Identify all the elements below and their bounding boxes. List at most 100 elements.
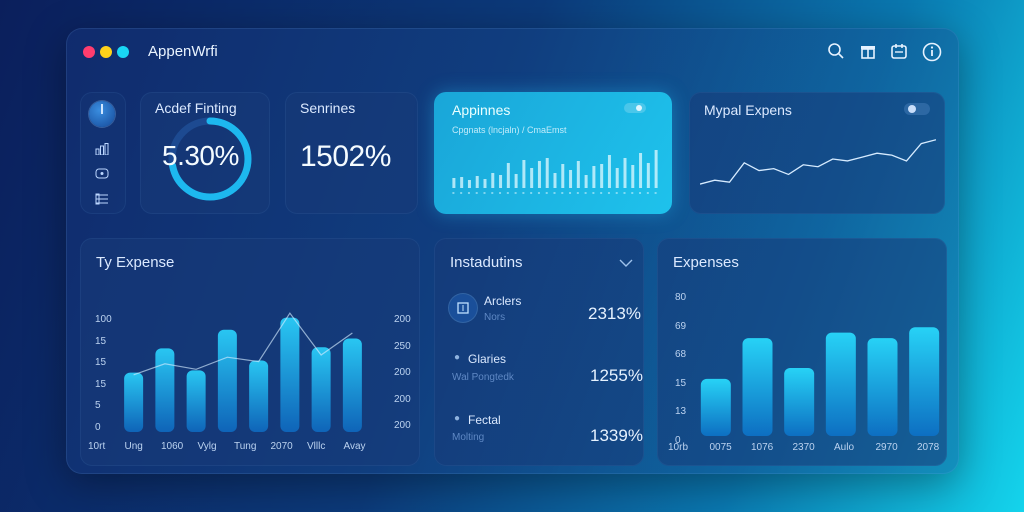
expense-left-bar [280, 317, 300, 432]
appinnes-tick [584, 192, 587, 194]
window-minimize-dot[interactable] [100, 46, 112, 58]
window-maximize-dot[interactable] [117, 46, 129, 58]
appinnes-tick [514, 192, 517, 194]
y-axis-label: 0 [95, 421, 101, 433]
appinnes-bar [561, 164, 565, 188]
x-axis-label: Avay [343, 441, 366, 452]
appinnes-bar [467, 180, 471, 188]
appinnes-tick [522, 192, 525, 194]
gift-icon[interactable] [858, 42, 878, 62]
appinnes-toggle[interactable] [624, 103, 646, 113]
row-2-label: Glaries [468, 352, 507, 366]
y2-axis-label: 200 [394, 367, 411, 378]
appinnes-bar [530, 168, 534, 188]
y-axis-label: 13 [675, 406, 687, 417]
appinnes-title: Appinnes [452, 102, 511, 118]
appinnes-tick [553, 192, 556, 194]
x-axis-label: 1060 [161, 441, 184, 452]
x-axis-label: Ung [124, 441, 143, 452]
appinnes-bar [506, 163, 510, 188]
row-2-value: 1255% [590, 366, 643, 385]
window-close-dot[interactable] [83, 46, 95, 58]
appinnes-bar [545, 158, 549, 188]
mypal-toggle[interactable] [904, 103, 930, 115]
y-axis-label: 5 [95, 400, 101, 411]
profile-avatar[interactable] [89, 101, 115, 127]
mypal-line [700, 139, 936, 185]
calendar-icon[interactable] [889, 42, 909, 62]
message-icon[interactable] [95, 168, 109, 180]
app-title: AppenWrfi [148, 43, 218, 60]
search-icon[interactable] [826, 42, 846, 62]
appinnes-tick [467, 192, 470, 194]
expenses-right-bar [742, 338, 773, 436]
appinnes-bar [522, 160, 526, 188]
appinnes-bar [623, 158, 627, 188]
appinnes-tick [639, 192, 642, 194]
y2-axis-label: 200 [394, 314, 411, 325]
row-1-label: Arclers [484, 294, 522, 308]
expense-left-bar [155, 348, 175, 432]
chevron-down-icon[interactable] [619, 255, 633, 273]
appinnes-bar [537, 161, 541, 188]
appinnes-bar [483, 179, 487, 188]
y-axis-label: 15 [95, 378, 107, 390]
expenses-right-chart [700, 327, 940, 436]
appinnes-bar [615, 168, 619, 188]
expense-left-bar [124, 372, 144, 432]
y-axis-label: 68 [675, 349, 687, 360]
x-axis-label: 1076 [751, 442, 774, 453]
x-axis-label: 2070 [270, 441, 293, 452]
expenses-right-title: Expenses [673, 254, 739, 271]
appinnes-tick [545, 192, 548, 194]
appinnes-tick [600, 192, 603, 194]
row-3-sub: Molting [452, 432, 485, 443]
expense-left-bar [342, 338, 362, 432]
info-icon[interactable] [922, 42, 942, 62]
expenses-right-bar [867, 338, 898, 436]
expenses-right-bar [700, 378, 731, 436]
appinnes-tick [506, 192, 509, 194]
list-icon[interactable] [95, 193, 109, 205]
x-axis-label: Vylg [197, 441, 217, 452]
chart-icon[interactable] [95, 143, 109, 156]
row-1-sub: Nors [484, 312, 506, 323]
y-axis-label: 100 [95, 314, 112, 325]
y2-axis-label: 200 [394, 393, 411, 405]
appinnes-tick [646, 192, 649, 194]
appinnes-bar [576, 161, 580, 188]
appinnes-tick [483, 192, 486, 194]
appinnes-bar [452, 178, 456, 188]
appinnes-bar [475, 176, 479, 188]
appinnes-tick [569, 192, 572, 194]
x-axis-label: Vlllc [307, 441, 326, 452]
appinnes-tick [607, 192, 610, 194]
appinnes-tick [460, 192, 463, 194]
appinnes-bar [569, 170, 573, 188]
expense-left-bar [249, 360, 269, 432]
x-axis-label: 0075 [709, 442, 732, 453]
y-axis-label: 69 [675, 320, 687, 332]
appinnes-bar [499, 175, 503, 188]
expense-left-bar [311, 347, 331, 432]
arclers-icon [449, 294, 477, 322]
appinnes-bar [491, 173, 495, 188]
y2-axis-label: 250 [394, 340, 411, 352]
senrines-title: Senrines [300, 100, 356, 116]
appinnes-tick [576, 192, 579, 194]
mypal-line-chart [700, 139, 936, 185]
appinnes-tick [452, 192, 455, 194]
expenses-right-bar [909, 327, 940, 436]
expense-left-chart [124, 312, 362, 432]
mypal-title: Mypal Expens [704, 102, 792, 118]
appinnes-bar [600, 164, 604, 188]
x-axis-label: 2970 [875, 442, 898, 453]
expense-left-bar [217, 329, 237, 432]
y-axis-label: 15 [675, 377, 687, 389]
senrines-value: 1502% [300, 140, 391, 173]
y2-axis-label: 200 [394, 420, 411, 431]
x-axis-label: 10rb [668, 442, 689, 453]
appinnes-bar [592, 166, 596, 188]
expenses-right-bar [784, 368, 815, 436]
appinnes-tick [623, 192, 626, 194]
